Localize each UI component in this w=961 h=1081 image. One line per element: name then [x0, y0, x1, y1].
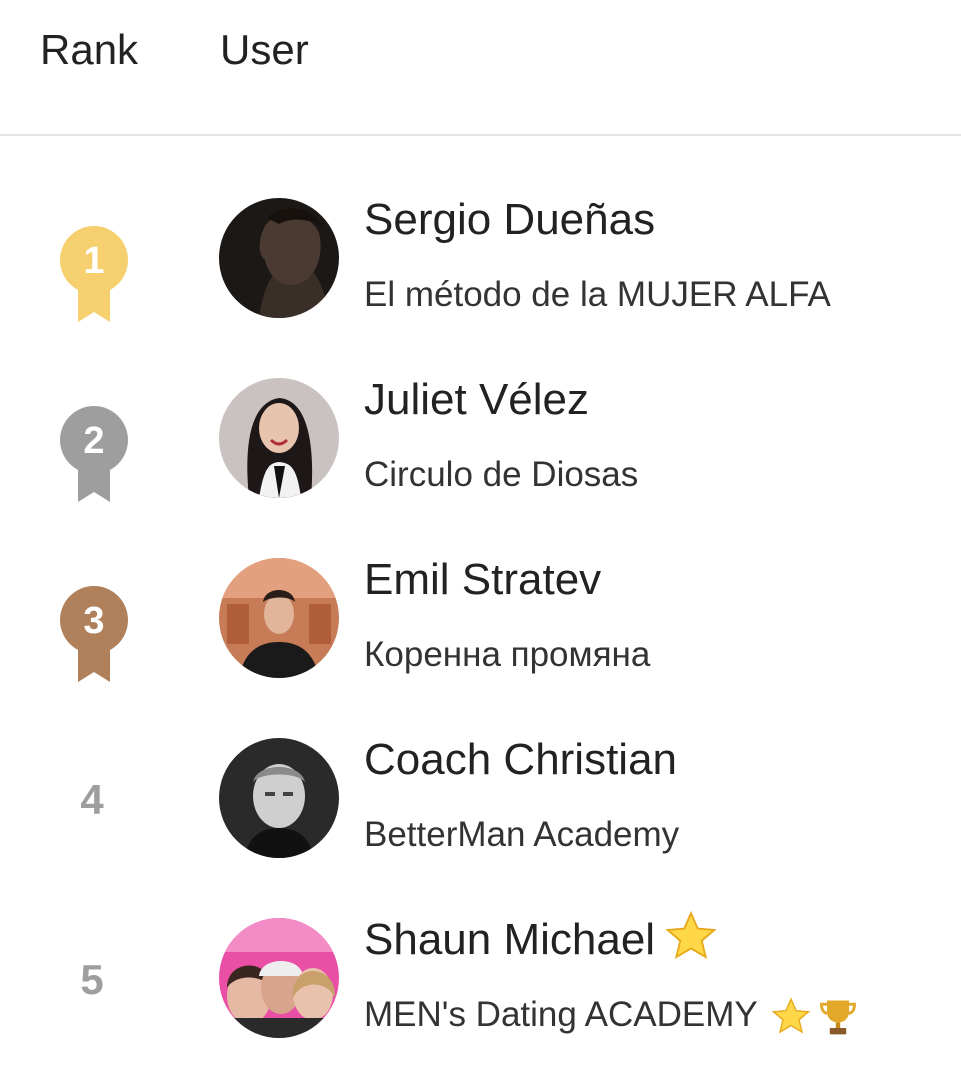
- avatar-man-dark-image: [219, 198, 339, 318]
- user-name[interactable]: Juliet Vélez: [364, 374, 589, 426]
- silver-medal-icon: 2: [60, 406, 128, 502]
- trophy-icon: [819, 1000, 856, 1035]
- leaderboard-header: Rank User: [0, 0, 961, 136]
- user-community: MEN's Dating ACADEMY: [364, 994, 860, 1039]
- avatar-group-image: [219, 918, 339, 1038]
- leaderboard-row[interactable]: 3 Emil Stratev Коренна промяна: [0, 555, 961, 708]
- rank-cell: 4: [40, 738, 144, 888]
- avatar[interactable]: [219, 378, 339, 498]
- user-column-header: User: [220, 26, 309, 73]
- rank-cell: 1: [40, 198, 144, 348]
- user-name[interactable]: Emil Stratev: [364, 554, 601, 606]
- avatar[interactable]: [219, 738, 339, 858]
- user-community-text: MEN's Dating ACADEMY: [364, 995, 758, 1034]
- rank-number: 1: [83, 240, 104, 282]
- user-community: BetterMan Academy: [364, 815, 680, 854]
- star-icon: [771, 997, 810, 1034]
- rank-number: 2: [83, 420, 104, 462]
- avatar-man-bw-image: [219, 738, 339, 858]
- avatar[interactable]: [219, 198, 339, 318]
- avatar[interactable]: [219, 558, 339, 678]
- leaderboard-row[interactable]: 2 Juliet Vélez Circulo de Diosas: [0, 375, 961, 528]
- rank-number: 3: [83, 600, 104, 642]
- user-name[interactable]: Shaun Michael: [364, 911, 719, 966]
- rank-cell: 3: [40, 558, 144, 708]
- rank-number: 4: [80, 776, 104, 823]
- avatar[interactable]: [219, 918, 339, 1038]
- bronze-medal-icon: 3: [60, 586, 128, 682]
- leaderboard-row[interactable]: 1 Sergio Dueñas El método de la MUJER AL…: [0, 195, 961, 348]
- user-name[interactable]: Coach Christian: [364, 734, 677, 786]
- user-community: Коренна промяна: [364, 635, 651, 674]
- rank-cell: 5: [40, 918, 144, 1068]
- rank-column-header: Rank: [40, 26, 139, 73]
- rank-cell: 2: [40, 378, 144, 528]
- leaderboard-row[interactable]: 4 Coach Christian BetterMan Academy: [0, 735, 961, 888]
- user-community: Circulo de Diosas: [364, 455, 639, 494]
- avatar-man-room-image: [219, 558, 339, 678]
- star-icon: [665, 911, 717, 960]
- leaderboard-row[interactable]: 5 Shaun Michael MEN's Dating ACADEMY: [0, 911, 961, 1068]
- user-community: El método de la MUJER ALFA: [364, 275, 831, 314]
- gold-medal-icon: 1: [60, 226, 128, 322]
- avatar-woman-image: [219, 378, 339, 498]
- rank-number: 5: [80, 956, 104, 1003]
- user-name-text: Shaun Michael: [364, 915, 656, 964]
- user-name[interactable]: Sergio Dueñas: [364, 194, 655, 246]
